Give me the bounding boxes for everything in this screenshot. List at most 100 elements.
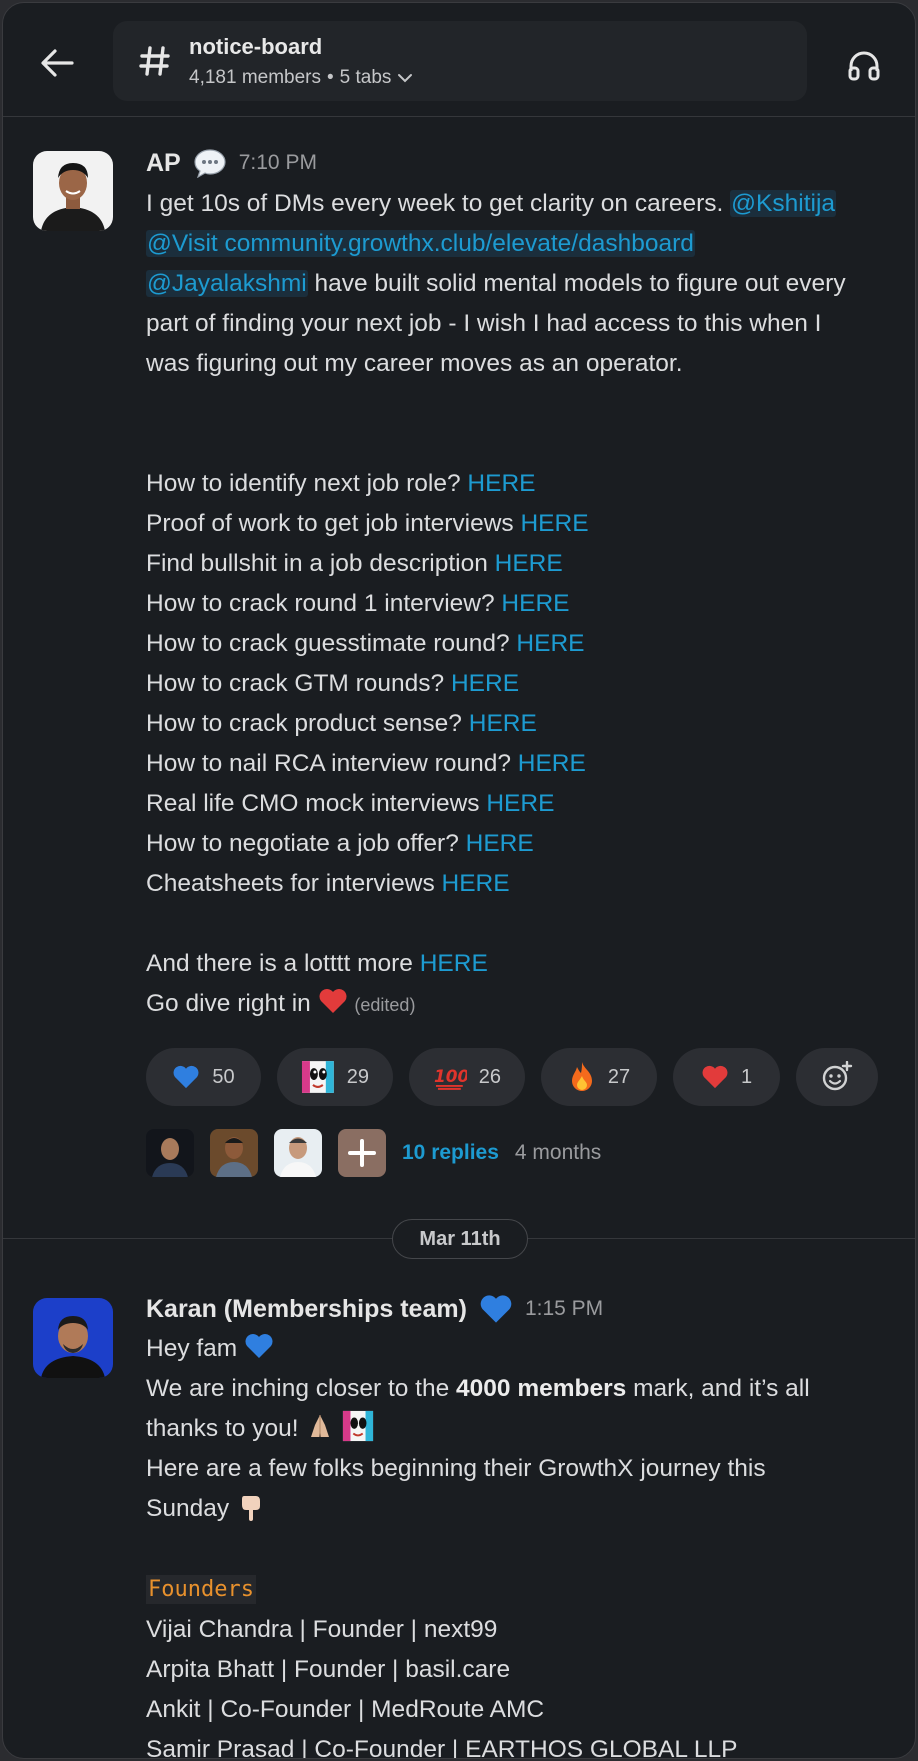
svg-text:100: 100: [434, 1066, 467, 1086]
headphones-icon: [848, 51, 880, 81]
founder-item: Arpita Bhatt | Founder | basil.care: [146, 1656, 511, 1683]
resource-item: Proof of work to get job interviews HERE: [146, 504, 886, 544]
message-header: AP 7:10 PM: [146, 148, 317, 178]
channel-name: notice-board: [189, 34, 323, 59]
here-link[interactable]: HERE: [469, 710, 537, 737]
red-heart-icon: [319, 989, 347, 1013]
chevron-down-icon: [398, 74, 413, 83]
reaction-fire[interactable]: 27: [541, 1048, 657, 1106]
here-link[interactable]: HERE: [442, 870, 510, 897]
code-label: Founders: [146, 1575, 256, 1604]
channel-info-button[interactable]: notice-board 4,181 members • 5 tabs: [113, 21, 807, 101]
reaction-count: 50: [212, 1065, 235, 1088]
resource-item: Cheatsheets for interviews HERE: [146, 864, 886, 904]
here-link[interactable]: HERE: [420, 950, 488, 977]
avatar[interactable]: [33, 1298, 113, 1378]
here-link[interactable]: HERE: [520, 510, 588, 537]
resource-text: How to crack round 1 interview?: [146, 590, 502, 617]
reaction-red-heart[interactable]: 1: [673, 1048, 780, 1106]
avatar[interactable]: [33, 151, 113, 231]
author-name[interactable]: AP: [146, 149, 181, 178]
bold-text: 4000 members: [456, 1375, 627, 1402]
reactions-row: 50 29 100 26 27 1: [146, 1048, 878, 1106]
message-body: Hey fam We are inching closer to the 400…: [146, 1329, 886, 1759]
resource-item: How to identify next job role? HERE: [146, 464, 886, 504]
founder-item: Samir Prasad | Co-Founder | EARTHOS GLOB…: [146, 1736, 738, 1759]
message-text: We are inching closer to the: [146, 1375, 457, 1402]
here-link[interactable]: HERE: [501, 590, 569, 617]
message-line: @Jayalakshmi have built solid mental mod…: [146, 264, 886, 304]
replies-link[interactable]: 10 replies: [402, 1141, 499, 1165]
back-button[interactable]: [33, 39, 81, 87]
resource-text: Proof of work to get job interviews: [146, 510, 521, 537]
here-link[interactable]: HERE: [516, 630, 584, 657]
reaction-count: 26: [478, 1065, 501, 1088]
founder-item: Vijai Chandra | Founder | next99: [146, 1616, 498, 1643]
resource-text: How to identify next job role?: [146, 470, 468, 497]
here-link[interactable]: HERE: [467, 470, 535, 497]
message-line: was figuring out my career moves as an o…: [146, 350, 683, 377]
message-line: @Visit community.growthx.club/elevate/da…: [146, 224, 886, 264]
here-link[interactable]: HERE: [451, 670, 519, 697]
message-time[interactable]: 7:10 PM: [239, 151, 317, 175]
here-link[interactable]: HERE: [495, 550, 563, 577]
here-link[interactable]: HERE: [466, 830, 534, 857]
message-time[interactable]: 1:15 PM: [525, 1297, 603, 1321]
here-link[interactable]: HERE: [518, 750, 586, 777]
resource-text: Find bullshit in a job description: [146, 550, 495, 577]
reaction-count: 27: [607, 1065, 631, 1088]
message-text: And there is a lotttt more: [146, 950, 420, 977]
blue-heart-icon: [173, 1065, 199, 1089]
folded-hands-icon: [311, 1415, 330, 1437]
date-divider[interactable]: Mar 11th: [392, 1219, 528, 1259]
message-line: Go dive right in (edited): [146, 984, 886, 1025]
founder-item: Ankit | Co-Founder | MedRoute AMC: [146, 1696, 545, 1723]
reaction-custom-face[interactable]: 29: [277, 1048, 393, 1106]
message-line: I get 10s of DMs every week to get clari…: [146, 184, 886, 224]
resource-item: How to crack GTM rounds? HERE: [146, 664, 886, 704]
tab-count: 5 tabs: [339, 67, 392, 88]
here-link[interactable]: HERE: [486, 790, 554, 817]
message-text: mark, and it’s all: [626, 1375, 810, 1402]
mention-kshitija[interactable]: @Kshitija: [730, 190, 837, 217]
reaction-blue-heart[interactable]: 50: [146, 1048, 261, 1106]
reply-avatar: [146, 1129, 194, 1177]
add-reaction-button[interactable]: [796, 1048, 878, 1106]
meta-separator: •: [327, 67, 334, 88]
mention-jayalakshmi[interactable]: @Jayalakshmi: [146, 270, 308, 297]
custom-face-emoji-icon: [301, 1061, 334, 1093]
edited-label: (edited): [354, 995, 416, 1015]
replies-time: 4 months: [514, 1141, 602, 1164]
message-text: Sunday: [146, 1495, 236, 1522]
founder-list: Vijai Chandra | Founder | next99 Arpita B…: [146, 1610, 886, 1759]
red-heart-icon: [702, 1065, 728, 1089]
message-line: Sunday: [146, 1489, 886, 1529]
resource-list: How to identify next job role? HERE Proof…: [146, 464, 886, 904]
resource-item: How to crack product sense? HERE: [146, 704, 886, 744]
resource-text: Real life CMO mock interviews: [146, 790, 487, 817]
thread-replies[interactable]: 10 replies 4 months: [146, 1129, 601, 1177]
reaction-hundred[interactable]: 100 26: [409, 1048, 525, 1106]
resource-item: How to negotiate a job offer? HERE: [146, 824, 886, 864]
message-line: thanks to you!: [146, 1409, 886, 1449]
resource-text: How to crack guesstimate round?: [146, 630, 517, 657]
fire-icon: [571, 1062, 592, 1091]
speech-bubble-icon: [194, 149, 226, 178]
message-line: Here are a few folks beginning their Gro…: [146, 1455, 766, 1482]
resource-text: How to negotiate a job offer?: [146, 830, 466, 857]
custom-face-emoji-icon: [343, 1410, 374, 1442]
resource-item: How to nail RCA interview round? HERE: [146, 744, 886, 784]
add-emoji-icon: [822, 1061, 853, 1091]
author-name[interactable]: Karan (Memberships team): [146, 1295, 467, 1324]
resource-item: Real life CMO mock interviews HERE: [146, 784, 886, 824]
message-text: have built solid mental models to figure…: [307, 270, 846, 297]
message-text: Go dive right in: [146, 990, 318, 1017]
mention-visit-link[interactable]: @Visit community.growthx.club/elevate/da…: [146, 230, 695, 257]
reply-avatar-more: [338, 1129, 386, 1177]
resource-item: How to crack guesstimate round? HERE: [146, 624, 886, 664]
reply-avatar: [210, 1129, 258, 1177]
huddle-button[interactable]: [841, 43, 887, 87]
message-line: Founders: [146, 1569, 886, 1610]
resource-item: Find bullshit in a job description HERE: [146, 544, 886, 584]
message-line: part of finding your next job - I wish I…: [146, 310, 822, 337]
